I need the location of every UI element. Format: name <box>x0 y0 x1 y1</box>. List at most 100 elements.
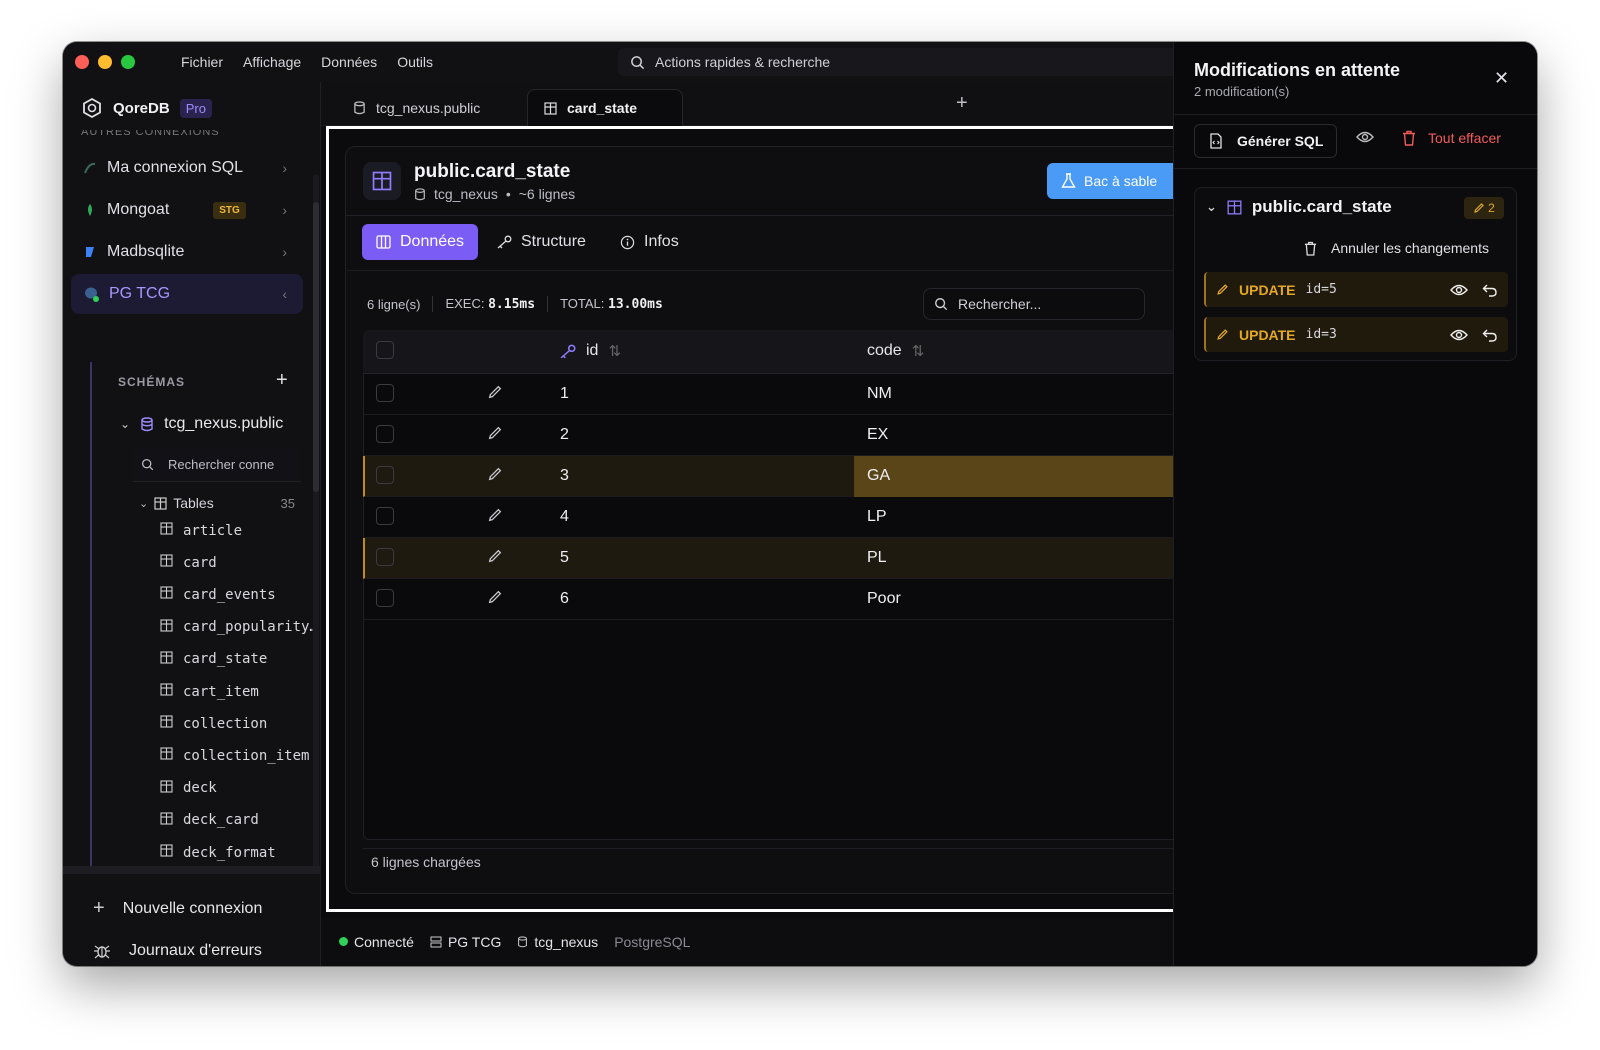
tables-group[interactable]: ⌄ Tables 35 <box>139 495 295 511</box>
close-icon[interactable]: ✕ <box>1494 68 1509 89</box>
table-item[interactable]: collection <box>160 715 267 732</box>
select-all-checkbox[interactable] <box>376 341 394 359</box>
quick-actions-search[interactable]: Actions rapides & recherche <box>618 48 1178 76</box>
cell-code[interactable]: NM <box>867 385 892 403</box>
cell-id[interactable]: 4 <box>560 508 569 526</box>
row-checkbox[interactable] <box>376 425 394 443</box>
tab-card-state[interactable]: card_state <box>527 89 683 126</box>
table-row[interactable] <box>363 415 1173 456</box>
table-item-label: deck <box>183 780 217 797</box>
cell-code[interactable]: PL <box>867 549 887 567</box>
cell-id[interactable]: 1 <box>560 385 569 403</box>
sandbox-button[interactable]: Bac à sable <box>1047 163 1173 199</box>
table-row[interactable] <box>363 579 1173 620</box>
menu-donnees[interactable]: Données <box>321 54 377 70</box>
change-item[interactable]: UPDATE id=3 <box>1204 317 1508 352</box>
connection-status: Connecté <box>339 934 414 950</box>
undo-icon[interactable] <box>1482 328 1498 342</box>
sort-icon[interactable]: ⇅ <box>912 342 925 360</box>
env-badge: STG <box>213 201 246 219</box>
table-item[interactable]: deck <box>160 780 217 797</box>
row-checkbox[interactable] <box>376 466 394 484</box>
sandbox-label: Bac à sable <box>1084 173 1158 189</box>
table-item[interactable]: card_state <box>160 651 267 668</box>
connection-pg-tcg[interactable]: PG TCG ‹ <box>71 274 303 314</box>
table-item[interactable]: card <box>160 554 217 571</box>
table-item[interactable]: deck_card <box>160 812 259 829</box>
eye-icon[interactable] <box>1450 283 1468 297</box>
maximize-window-button[interactable] <box>121 55 135 69</box>
row-checkbox[interactable] <box>376 384 394 402</box>
clear-all-button[interactable]: Tout effacer <box>1402 130 1501 146</box>
cell-id[interactable]: 5 <box>560 549 569 567</box>
change-item[interactable]: UPDATE id=5 <box>1204 272 1508 307</box>
connection-madbsqlite[interactable]: Madbsqlite › <box>71 232 303 272</box>
table-row[interactable] <box>363 538 1173 579</box>
change-group-header[interactable]: ⌄ public.card_state <box>1206 197 1392 217</box>
undo-icon[interactable] <box>1482 283 1498 297</box>
edit-row-pencil-icon[interactable] <box>487 548 503 568</box>
table-item[interactable]: card_events <box>160 586 276 603</box>
edit-row-pencil-icon[interactable] <box>487 425 503 445</box>
cell-code[interactable]: LP <box>867 508 887 526</box>
revert-changes-button[interactable]: Annuler les changements <box>1304 240 1489 256</box>
database-icon <box>415 187 425 200</box>
sidebar-scrollbar-thumb[interactable] <box>313 202 319 492</box>
panel-title: Modifications en attente <box>1194 60 1401 80</box>
connection-mongoat[interactable]: Mongoat STG › <box>71 190 303 230</box>
status-connection[interactable]: PG TCG <box>430 934 501 950</box>
table-item[interactable]: article <box>160 522 242 539</box>
search-tables-input[interactable]: Rechercher conne <box>133 448 301 482</box>
row-checkbox[interactable] <box>376 507 394 525</box>
menu-outils[interactable]: Outils <box>397 54 433 70</box>
menu-fichier[interactable]: Fichier <box>181 54 223 70</box>
close-window-button[interactable] <box>75 55 89 69</box>
generate-sql-button[interactable]: Générer SQL <box>1194 124 1337 158</box>
error-logs-button[interactable]: Journaux d'erreurs <box>93 942 262 960</box>
edit-row-pencil-icon[interactable] <box>487 384 503 404</box>
cell-code[interactable]: GA <box>867 467 890 485</box>
cell-code[interactable]: EX <box>867 426 888 444</box>
edit-row-pencil-icon[interactable] <box>487 589 503 609</box>
column-header-id[interactable]: id ⇅ <box>559 342 621 360</box>
tab-donnees[interactable]: Données <box>362 224 479 260</box>
status-database[interactable]: tcg_nexus <box>517 934 598 950</box>
row-checkbox[interactable] <box>376 589 394 607</box>
table-item[interactable]: collection_item <box>160 747 309 764</box>
preview-eye-icon[interactable] <box>1356 130 1374 149</box>
table-item[interactable]: card_popularity… <box>160 619 318 636</box>
table-item[interactable]: cart_item <box>160 683 259 700</box>
table-item-label: collection_item <box>183 747 310 764</box>
column-header-code[interactable]: code ⇅ <box>867 342 924 360</box>
new-tab-button[interactable]: + <box>956 92 968 115</box>
table-item[interactable]: deck_format <box>160 844 276 861</box>
tab-structure[interactable]: Structure <box>482 224 600 260</box>
cell-id[interactable]: 3 <box>560 467 569 485</box>
divider <box>547 296 549 312</box>
chevron-right-icon: › <box>282 244 287 260</box>
search-input[interactable]: Rechercher... <box>923 288 1145 320</box>
row-checkbox[interactable] <box>376 548 394 566</box>
error-logs-label: Journaux d'erreurs <box>129 942 262 959</box>
schema-tcg-nexus-public[interactable]: ⌄ tcg_nexus.public <box>120 415 283 433</box>
sort-icon[interactable]: ⇅ <box>608 342 621 360</box>
minimize-window-button[interactable] <box>98 55 112 69</box>
edit-row-pencil-icon[interactable] <box>487 466 503 486</box>
connection-ma-connexion-sql[interactable]: Ma connexion SQL › <box>71 148 303 188</box>
new-connection-button[interactable]: + Nouvelle connexion <box>93 897 262 920</box>
table-row[interactable] <box>363 497 1173 538</box>
tab-tcg-nexus-public[interactable]: tcg_nexus.public <box>337 89 527 126</box>
key-icon <box>497 235 512 249</box>
pencil-icon <box>1217 284 1228 295</box>
edit-row-pencil-icon[interactable] <box>487 507 503 527</box>
sidebar-horizontal-scrollbar[interactable] <box>63 866 321 874</box>
cell-id[interactable]: 2 <box>560 426 569 444</box>
tab-infos[interactable]: Infos <box>606 224 693 260</box>
eye-icon[interactable] <box>1450 328 1468 342</box>
add-schema-button[interactable]: + <box>276 369 288 392</box>
cell-id[interactable]: 6 <box>560 590 569 608</box>
exec-label: EXEC: <box>445 296 485 311</box>
cell-code[interactable]: Poor <box>867 590 901 608</box>
table-row[interactable] <box>363 374 1173 415</box>
menu-affichage[interactable]: Affichage <box>243 54 301 70</box>
